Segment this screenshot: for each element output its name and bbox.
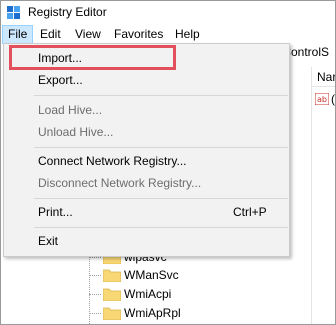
menu-item-connect-network-registry[interactable]: Connect Network Registry... <box>5 150 288 173</box>
menu-help[interactable]: Help <box>170 25 205 44</box>
menu-separator <box>34 95 288 96</box>
menu-item-export[interactable]: Export... <box>5 69 288 92</box>
menu-item-print[interactable]: Print... Ctrl+P <box>5 201 288 224</box>
menu-separator <box>34 227 288 228</box>
menu-item-connect-label: Connect Network Registry... <box>38 154 187 168</box>
default-value-label: ( <box>331 92 335 106</box>
menu-item-print-label: Print... <box>38 205 73 219</box>
menu-separator <box>34 198 288 199</box>
folder-icon <box>103 307 121 320</box>
svg-text:ab: ab <box>317 95 327 104</box>
menu-item-exit-label: Exit <box>38 234 59 248</box>
menu-item-load-hive: Load Hive... <box>5 99 288 122</box>
folder-icon <box>103 269 121 282</box>
menu-item-load-hive-label: Load Hive... <box>38 103 103 117</box>
print-shortcut: Ctrl+P <box>233 205 267 219</box>
menu-file[interactable]: File <box>2 25 34 44</box>
menu-edit[interactable]: Edit <box>35 25 66 44</box>
menu-favorites[interactable]: Favorites <box>109 25 168 44</box>
tree-connector <box>89 257 101 258</box>
name-column-header[interactable]: Nar <box>311 67 336 87</box>
menu-item-disconnect-network-registry: Disconnect Network Registry... <box>5 172 288 195</box>
registry-editor-icon <box>7 6 20 19</box>
menu-item-exit[interactable]: Exit <box>5 230 288 253</box>
tree-connector <box>89 294 101 295</box>
window-title: Registry Editor <box>28 5 107 19</box>
menu-item-unload-hive-label: Unload Hive... <box>38 125 114 139</box>
tree-connector <box>89 313 101 314</box>
menu-item-export-label: Export... <box>38 73 83 87</box>
folder-icon <box>103 288 121 301</box>
menu-item-disconnect-label: Disconnect Network Registry... <box>38 176 202 190</box>
tree-item-label: WManSvc <box>124 268 179 282</box>
import-highlight-box <box>9 45 176 70</box>
file-menu-dropdown: Import... Export... Load Hive... Unload … <box>3 43 290 257</box>
name-column-label: Nar <box>317 70 336 84</box>
tree-connector <box>89 275 101 276</box>
menu-view[interactable]: View <box>70 25 106 44</box>
title-bar: Registry Editor <box>1 1 335 25</box>
menu-bar: File Edit View Favorites Help <box>1 25 335 44</box>
tree-item-label: WmiApRpl <box>124 306 181 320</box>
menu-separator <box>34 147 288 148</box>
tree-item-label: WmiAcpi <box>124 287 172 301</box>
registry-editor-window: Registry Editor File Edit View Favorites… <box>0 0 336 325</box>
string-value-icon: ab <box>315 93 329 105</box>
menu-item-unload-hive: Unload Hive... <box>5 121 288 144</box>
